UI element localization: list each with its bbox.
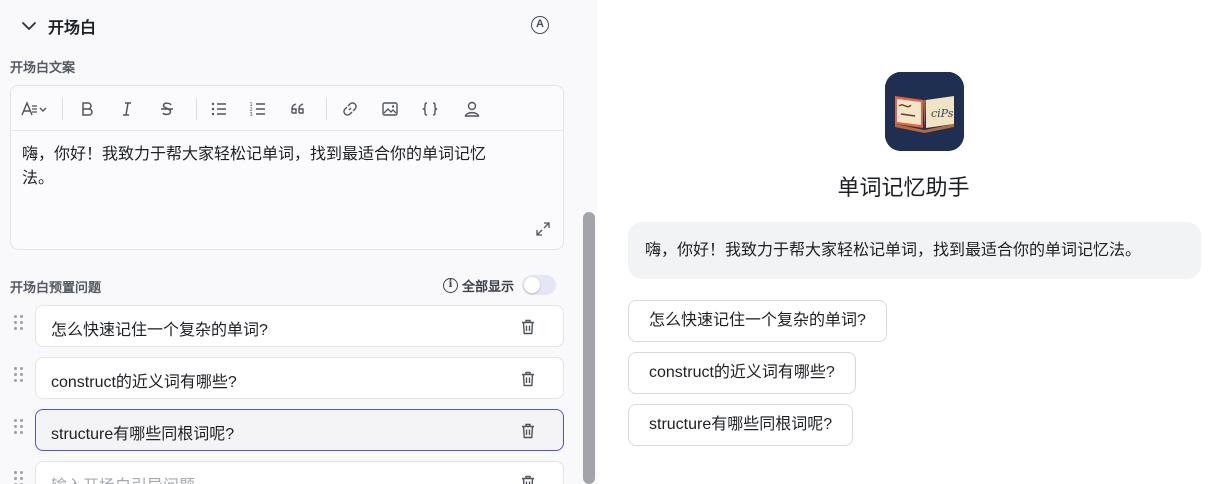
drag-handle-icon[interactable] [14, 471, 24, 484]
suggested-question[interactable]: 怎么快速记住一个复杂的单词? [628, 300, 887, 342]
opening-text-line: 法。 [22, 170, 55, 187]
trash-icon[interactable] [519, 422, 537, 440]
image-icon[interactable] [379, 98, 401, 120]
show-all-toggle[interactable] [522, 275, 557, 295]
preset-question-row: 怎么快速记住一个复杂的单词? [10, 305, 564, 347]
trash-icon[interactable] [519, 370, 537, 388]
user-icon[interactable] [461, 98, 483, 120]
bot-name: 单词记忆助手 [837, 175, 970, 200]
preset-question-text: structure有哪些同根词呢? [51, 426, 235, 443]
expand-icon[interactable] [535, 221, 551, 237]
preset-question-input[interactable]: construct的近义词有哪些? [35, 357, 564, 399]
trash-icon[interactable] [519, 318, 537, 336]
opening-text-content[interactable]: 嗨，你好！我致力于帮大家轻松记单词，找到最适合你的单词记忆 法。 [22, 143, 552, 191]
code-braces-icon[interactable] [419, 98, 441, 120]
open-book-icon: ciPs [885, 72, 964, 151]
preset-question-text: construct的近义词有哪些? [51, 374, 237, 391]
opening-text-line: 嗨，你好！我致力于帮大家轻松记单词，找到最适合你的单词记忆 [22, 146, 487, 163]
drag-handle-icon[interactable] [14, 419, 24, 437]
show-all-control: i 全部显示 [443, 274, 557, 296]
scrollbar-thumb[interactable] [583, 212, 595, 484]
opening-config-panel: 开场白 A 开场白文案 123 嗨，你好！我致力于帮大家轻松记单词，找到最适合你… [0, 0, 597, 484]
text-style-icon[interactable] [19, 98, 51, 120]
bullet-list-icon[interactable] [208, 98, 230, 120]
preset-question-input-focused[interactable]: structure有哪些同根词呢? [35, 409, 564, 451]
opening-text-editor[interactable]: 123 嗨，你好！我致力于帮大家轻松记单词，找到最适合你的单词记忆 法。 [10, 85, 564, 250]
auto-generate-icon[interactable]: A [531, 16, 549, 34]
preset-question-input[interactable]: 怎么快速记住一个复杂的单词? [35, 305, 564, 347]
svg-text:3: 3 [250, 112, 253, 118]
svg-text:ciPs: ciPs [931, 107, 954, 120]
preset-questions-label: 开场白预置问题 [10, 280, 102, 295]
trash-icon[interactable] [519, 474, 537, 484]
link-icon[interactable] [339, 98, 361, 120]
preset-question-row: structure有哪些同根词呢? [10, 409, 564, 451]
section-title: 开场白 [48, 20, 97, 37]
suggested-question[interactable]: structure有哪些同根词呢? [628, 404, 854, 446]
suggested-question[interactable]: construct的近义词有哪些? [628, 352, 856, 394]
new-question-row: 输入开场白引导问题 [10, 461, 564, 484]
drag-handle-icon[interactable] [14, 367, 24, 385]
new-question-input[interactable]: 输入开场白引导问题 [35, 461, 564, 484]
drag-handle-icon[interactable] [14, 315, 24, 333]
preset-question-row: construct的近义词有哪些? [10, 357, 564, 399]
editor-toolbar: 123 [11, 86, 563, 131]
chevron-down-icon[interactable] [20, 17, 38, 35]
strikethrough-icon[interactable] [156, 98, 178, 120]
greeting-message: 嗨，你好！我致力于帮大家轻松记单词，找到最适合你的单词记忆法。 [628, 222, 1201, 279]
bot-avatar: ciPs [885, 72, 964, 151]
bold-icon[interactable] [76, 98, 98, 120]
chat-preview-panel: ciPs 单词记忆助手 嗨，你好！我致力于帮大家轻松记单词，找到最适合你的单词记… [597, 0, 1210, 484]
quote-icon[interactable] [287, 98, 309, 120]
preset-question-text: 怎么快速记住一个复杂的单词? [51, 322, 268, 339]
info-icon[interactable]: i [443, 277, 458, 293]
numbered-list-icon[interactable]: 123 [247, 98, 269, 120]
section-header[interactable]: 开场白 [20, 12, 96, 40]
new-question-placeholder: 输入开场白引导问题 [51, 472, 195, 484]
italic-icon[interactable] [116, 98, 138, 120]
opening-text-label: 开场白文案 [10, 60, 76, 75]
show-all-label: 全部显示 [462, 278, 515, 294]
